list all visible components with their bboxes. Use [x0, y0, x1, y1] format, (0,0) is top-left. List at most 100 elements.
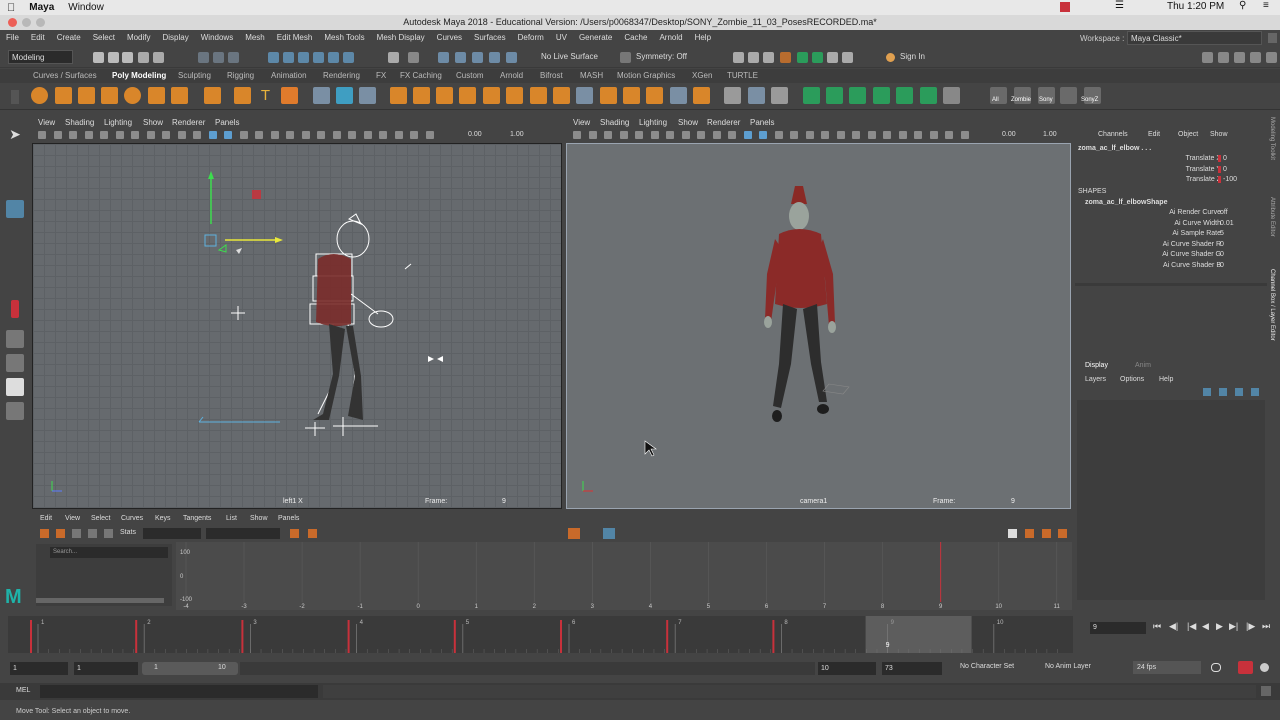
all-script-icon[interactable]: All: [990, 87, 1007, 104]
sign-in-dropdown[interactable]: Sign In: [897, 50, 962, 64]
camera-viewport[interactable]: camera1 Frame: 9: [566, 143, 1071, 509]
graph-area[interactable]: -4 -3 -2 -1 0 1 2 3 4 5 6 7 8 9 10 11 100 0 -100: [176, 542, 1072, 610]
left-panel-menu-lighting[interactable]: Lighting: [104, 118, 132, 127]
render-settings-icon[interactable]: [506, 52, 517, 63]
graph-menu-view[interactable]: View: [65, 515, 80, 522]
graph-menu-tangents[interactable]: Tangents: [183, 515, 211, 522]
graph-outliner-scrollbar[interactable]: [36, 598, 164, 603]
graph-menu-select[interactable]: Select: [91, 515, 110, 522]
snap-curve-icon[interactable]: [283, 52, 294, 63]
attribute-editor-icon[interactable]: [1218, 52, 1229, 63]
menu-curves[interactable]: Curves: [431, 33, 468, 42]
smooth-icon[interactable]: [359, 87, 376, 104]
offset-loop-icon[interactable]: [646, 87, 663, 104]
graph-move-key-icon[interactable]: [40, 529, 49, 538]
clock[interactable]: Thu 1:20 PM: [1160, 1, 1231, 12]
step-back-key-icon[interactable]: ◀|: [1169, 621, 1178, 632]
panel-tool-icon[interactable]: [712, 131, 721, 139]
panel-tool-icon[interactable]: [255, 131, 263, 139]
left-panel-menu-shading[interactable]: Shading: [65, 118, 94, 127]
combine-icon[interactable]: [313, 87, 330, 104]
right-panel-menu-show[interactable]: Show: [678, 118, 698, 127]
live-surface-field[interactable]: No Live Surface: [538, 50, 608, 64]
cross-icon[interactable]: [943, 87, 960, 104]
graph-expand-icon[interactable]: [1008, 529, 1017, 538]
play-forwards-icon[interactable]: ▶: [1216, 621, 1223, 632]
undo-icon[interactable]: [138, 52, 149, 63]
channel-attr-name[interactable]: Translate X: [1185, 155, 1221, 162]
channel-attr-name[interactable]: Ai Sample Rate: [1172, 230, 1221, 237]
channel-box-icon[interactable]: [1250, 52, 1261, 63]
bridge-icon[interactable]: [436, 87, 453, 104]
green-grid-icon[interactable]: [920, 87, 937, 104]
zoom-window-button[interactable]: [36, 18, 45, 27]
script-editor-icon[interactable]: [1261, 686, 1271, 696]
graph-menu-list[interactable]: List: [226, 515, 237, 522]
snap-grid-icon[interactable]: [268, 52, 279, 63]
layer-tab-anim[interactable]: Anim: [1135, 362, 1151, 369]
channel-attr-value[interactable]: 0: [1218, 262, 1258, 269]
user-icon[interactable]: [886, 53, 895, 62]
go-to-start-icon[interactable]: ⏮: [1153, 621, 1161, 632]
channel-attr-name[interactable]: Ai Curve Width: [1174, 220, 1221, 227]
panel-tool-icon[interactable]: [650, 131, 659, 139]
step-forward-key-icon[interactable]: |▶: [1246, 621, 1255, 632]
panel-tool-icon[interactable]: [69, 131, 77, 139]
left-viewport[interactable]: left1 X Frame: 9: [32, 143, 562, 509]
panel-tool-icon[interactable]: [898, 131, 907, 139]
snap-lock-icon[interactable]: [343, 52, 354, 63]
append-icon[interactable]: [459, 87, 476, 104]
channel-attr-value[interactable]: 0: [1218, 165, 1258, 173]
panel-tool-icon[interactable]: [852, 131, 860, 139]
menu-mesh-tools[interactable]: Mesh Tools: [318, 33, 370, 42]
menu-windows[interactable]: Windows: [195, 33, 239, 42]
panel-tool-icon[interactable]: [301, 131, 310, 139]
panel-tool-icon[interactable]: [929, 131, 938, 139]
panel-tool-icon[interactable]: [208, 131, 217, 139]
layer-menu-layers[interactable]: Layers: [1085, 376, 1106, 383]
play-backwards-icon[interactable]: ◀: [1202, 621, 1209, 632]
left-gamma-value[interactable]: 1.00: [510, 131, 524, 138]
tool-settings-icon[interactable]: [1234, 52, 1245, 63]
graph-frame-all-icon[interactable]: [568, 528, 580, 539]
extrude-icon[interactable]: [413, 87, 430, 104]
menu-edit[interactable]: Edit: [25, 33, 51, 42]
last-tool-icon[interactable]: [11, 300, 19, 318]
graph-menu-panels[interactable]: Panels: [278, 515, 299, 522]
anim-start-field[interactable]: 1: [10, 662, 68, 675]
panel-tool-icon[interactable]: [588, 131, 597, 139]
mel-label[interactable]: MEL: [16, 687, 30, 694]
graph-menu-show[interactable]: Show: [250, 515, 268, 522]
ipr-render-icon[interactable]: [489, 52, 500, 63]
triangulate-icon[interactable]: [670, 87, 687, 104]
layer-tab-display[interactable]: Display: [1085, 362, 1108, 369]
auto-key-icon[interactable]: [1238, 661, 1253, 674]
select-component-icon[interactable]: [228, 52, 239, 63]
graph-insert-key-icon[interactable]: [56, 529, 65, 538]
left-exposure-value[interactable]: 0.00: [468, 131, 482, 138]
shelf-tab-fx-caching[interactable]: FX Caching: [400, 71, 442, 80]
channel-box-divider[interactable]: [1075, 283, 1267, 286]
sony-script-icon[interactable]: Sony: [1038, 87, 1055, 104]
magnet-icon[interactable]: [438, 52, 449, 63]
lattice-icon[interactable]: [748, 87, 765, 104]
extra-script-icon-a[interactable]: [1060, 87, 1077, 104]
time-slider-track[interactable]: 123456789109: [8, 616, 1073, 653]
menu-arnold[interactable]: Arnold: [653, 33, 688, 42]
layer-move-down-icon[interactable]: [1219, 388, 1227, 396]
graph-buffer-icon[interactable]: [603, 528, 615, 539]
minimize-window-button[interactable]: [22, 18, 31, 27]
construction-history-icon[interactable]: [455, 52, 466, 63]
render-view-icon[interactable]: [733, 52, 744, 63]
layer-menu-options[interactable]: Options: [1120, 376, 1144, 383]
panel-tool-icon[interactable]: [945, 131, 953, 139]
panel-tool-icon[interactable]: [363, 131, 372, 139]
arnold-ipr-icon[interactable]: [812, 52, 823, 63]
uv-editor-icon[interactable]: [693, 87, 710, 104]
new-layer-selected-icon[interactable]: [1251, 388, 1259, 396]
ipr-icon[interactable]: [763, 52, 774, 63]
shelf-tab-xgen[interactable]: XGen: [692, 71, 712, 80]
graph-tangent-linear-icon[interactable]: [308, 529, 317, 538]
zombie-script-icon[interactable]: Zombie: [1011, 87, 1031, 104]
panel-tool-icon[interactable]: [666, 131, 674, 139]
